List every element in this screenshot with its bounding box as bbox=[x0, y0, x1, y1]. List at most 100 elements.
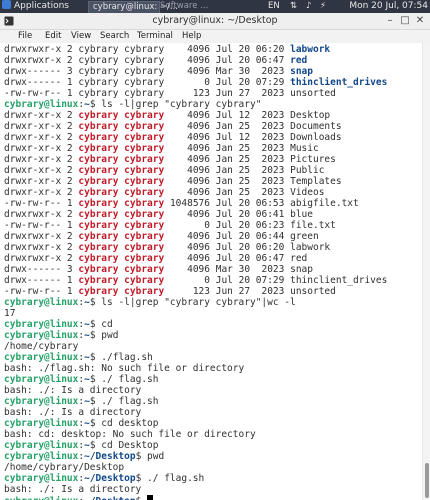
file-size: 4096 bbox=[187, 44, 210, 55]
file-permissions: drwx------ 3 bbox=[4, 66, 73, 77]
file-name: Public bbox=[290, 165, 325, 176]
menu-edit[interactable]: Edit bbox=[45, 30, 61, 43]
file-date: Jul 12 2023 bbox=[215, 132, 285, 143]
terminal-output[interactable]: drwxrwxr-x 2 cybrary cybrary 4096 Jul 20… bbox=[0, 43, 422, 500]
file-owner: cybrary bbox=[78, 165, 119, 176]
prompt-user-host: cybrary@linux bbox=[4, 473, 79, 484]
prompt-line: cybrary@linux:~$ pwd bbox=[4, 330, 119, 341]
applications-menu[interactable]: Applications bbox=[2, 0, 69, 13]
menu-file[interactable]: File bbox=[18, 30, 32, 43]
volume-icon[interactable]: ♪ bbox=[306, 0, 311, 13]
file-size: 4096 bbox=[187, 264, 210, 275]
panel-clock[interactable]: Mon 20 Jul, 07:54 bbox=[349, 0, 428, 13]
file-name: red bbox=[290, 55, 308, 66]
command-output: bash: cd: desktop: No such file or direc… bbox=[4, 429, 256, 440]
file-name: Pictures bbox=[290, 154, 336, 165]
file-group: cybrary bbox=[124, 44, 165, 55]
file-date: Jul 20 07:29 bbox=[215, 275, 285, 286]
prompt-command: cd desktop bbox=[101, 418, 159, 429]
listing-row: -rw-rw-r-- 1 cybrary cybrary 123 Jun 27 … bbox=[4, 88, 336, 99]
file-owner: cybrary bbox=[78, 231, 119, 242]
file-size: 4096 bbox=[187, 209, 210, 220]
menu-view[interactable]: View bbox=[71, 30, 91, 43]
file-size: 1048576 bbox=[169, 198, 210, 209]
file-date: Jan 25 2023 bbox=[215, 165, 285, 176]
file-size: 4096 bbox=[187, 121, 210, 132]
prompt-line: cybrary@linux:~$ ./ flag.sh bbox=[4, 374, 159, 385]
window-titlebar[interactable]: cybrary@linux: ~/Desktop – □ ✕ bbox=[0, 13, 430, 30]
file-name: thinclient_drives bbox=[290, 77, 388, 88]
listing-row: drwxr-xr-x 2 cybrary cybrary 4096 Jan 25… bbox=[4, 176, 342, 187]
file-group: cybrary bbox=[124, 264, 165, 275]
prompt-path: ~ bbox=[84, 99, 90, 110]
file-permissions: -rw-rw-r-- 1 bbox=[4, 88, 73, 99]
close-icon[interactable]: ✕ bbox=[414, 15, 426, 27]
file-owner: cybrary bbox=[78, 198, 119, 209]
file-date: Jun 27 2023 bbox=[215, 88, 285, 99]
file-group: cybrary bbox=[124, 286, 165, 297]
file-group: cybrary bbox=[124, 77, 165, 88]
network-icon[interactable]: ⇅ bbox=[290, 0, 297, 13]
file-permissions: drwxr-xr-x 2 bbox=[4, 121, 73, 132]
file-size: 4096 bbox=[187, 165, 210, 176]
file-group: cybrary bbox=[124, 66, 165, 77]
file-size: 0 bbox=[204, 220, 210, 231]
file-owner: cybrary bbox=[78, 121, 119, 132]
maximize-icon[interactable]: □ bbox=[399, 15, 411, 27]
listing-row: drwxr-xr-x 2 cybrary cybrary 4096 Jan 25… bbox=[4, 143, 319, 154]
file-date: Jul 20 06:44 bbox=[215, 231, 285, 242]
menu-help[interactable]: Help bbox=[182, 30, 201, 43]
xfce-logo-icon bbox=[2, 0, 11, 9]
file-date: Mar 30 2023 bbox=[215, 264, 285, 275]
keyboard-layout-indicator[interactable]: EN bbox=[268, 0, 280, 13]
prompt-path: ~ bbox=[84, 319, 90, 330]
menu-search[interactable]: Search bbox=[100, 30, 129, 43]
prompt-user-host: cybrary@linux bbox=[4, 451, 79, 462]
file-name: file.txt bbox=[290, 220, 336, 231]
file-owner: cybrary bbox=[78, 253, 119, 264]
terminal-scrollbar[interactable] bbox=[422, 43, 430, 500]
minimize-icon[interactable]: – bbox=[384, 15, 396, 27]
file-name: Videos bbox=[290, 187, 325, 198]
command-output: bash: ./: Is a directory bbox=[4, 407, 142, 418]
prompt-path: ~ bbox=[84, 440, 90, 451]
file-date: Jan 25 2023 bbox=[215, 121, 285, 132]
prompt-path: ~ bbox=[84, 297, 90, 308]
prompt-user-host: cybrary@linux bbox=[4, 440, 79, 451]
scrollbar-thumb[interactable] bbox=[425, 463, 429, 498]
file-permissions: drwx------ 1 bbox=[4, 77, 73, 88]
file-owner: cybrary bbox=[78, 220, 119, 231]
prompt-line: cybrary@linux:~$ cd bbox=[4, 319, 113, 330]
file-date: Jul 20 06:47 bbox=[215, 55, 285, 66]
prompt-user-host: cybrary@linux bbox=[4, 330, 79, 341]
file-group: cybrary bbox=[124, 154, 165, 165]
prompt-command: ./ flag.sh bbox=[101, 374, 159, 385]
listing-row: drwx------ 3 cybrary cybrary 4096 Mar 30… bbox=[4, 66, 313, 77]
file-date: Jul 20 06:41 bbox=[215, 209, 285, 220]
file-group: cybrary bbox=[124, 132, 165, 143]
file-group: cybrary bbox=[124, 121, 165, 132]
listing-row: -rw-rw-r-- 1 cybrary cybrary 123 Jun 27 … bbox=[4, 286, 336, 297]
file-owner: cybrary bbox=[78, 154, 119, 165]
file-date: Jan 25 2023 bbox=[215, 187, 285, 198]
listing-row: drwxrwxr-x 2 cybrary cybrary 4096 Jul 20… bbox=[4, 253, 307, 264]
file-permissions: -rw-rw-r-- 1 bbox=[4, 286, 73, 297]
prompt-command: cd Desktop bbox=[101, 440, 159, 451]
file-permissions: drwxrwxr-x 2 bbox=[4, 44, 73, 55]
output-line: bash: ./: Is a directory bbox=[4, 407, 141, 418]
command-output: bash: ./: Is a directory bbox=[4, 484, 142, 495]
file-permissions: drwxr-xr-x 2 bbox=[4, 143, 73, 154]
file-group: cybrary bbox=[124, 198, 165, 209]
power-icon[interactable]: ⚡ bbox=[320, 0, 326, 13]
menu-terminal[interactable]: Terminal bbox=[137, 30, 173, 43]
listing-row: drwxrwxr-x 2 cybrary cybrary 4096 Jul 20… bbox=[4, 44, 330, 55]
prompt-command: ./ flag.sh bbox=[101, 396, 159, 407]
prompt-command: cd bbox=[101, 319, 113, 330]
file-permissions: drwxr-xr-x 2 bbox=[4, 110, 73, 121]
file-owner: cybrary bbox=[78, 110, 119, 121]
taskbar-item-software[interactable]: Software ... bbox=[156, 1, 220, 12]
file-size: 4096 bbox=[187, 176, 210, 187]
terminal-cursor bbox=[147, 495, 154, 500]
file-size: 0 bbox=[204, 77, 210, 88]
taskbar-item-terminal[interactable]: cybrary@linux: ~/... bbox=[88, 1, 178, 13]
